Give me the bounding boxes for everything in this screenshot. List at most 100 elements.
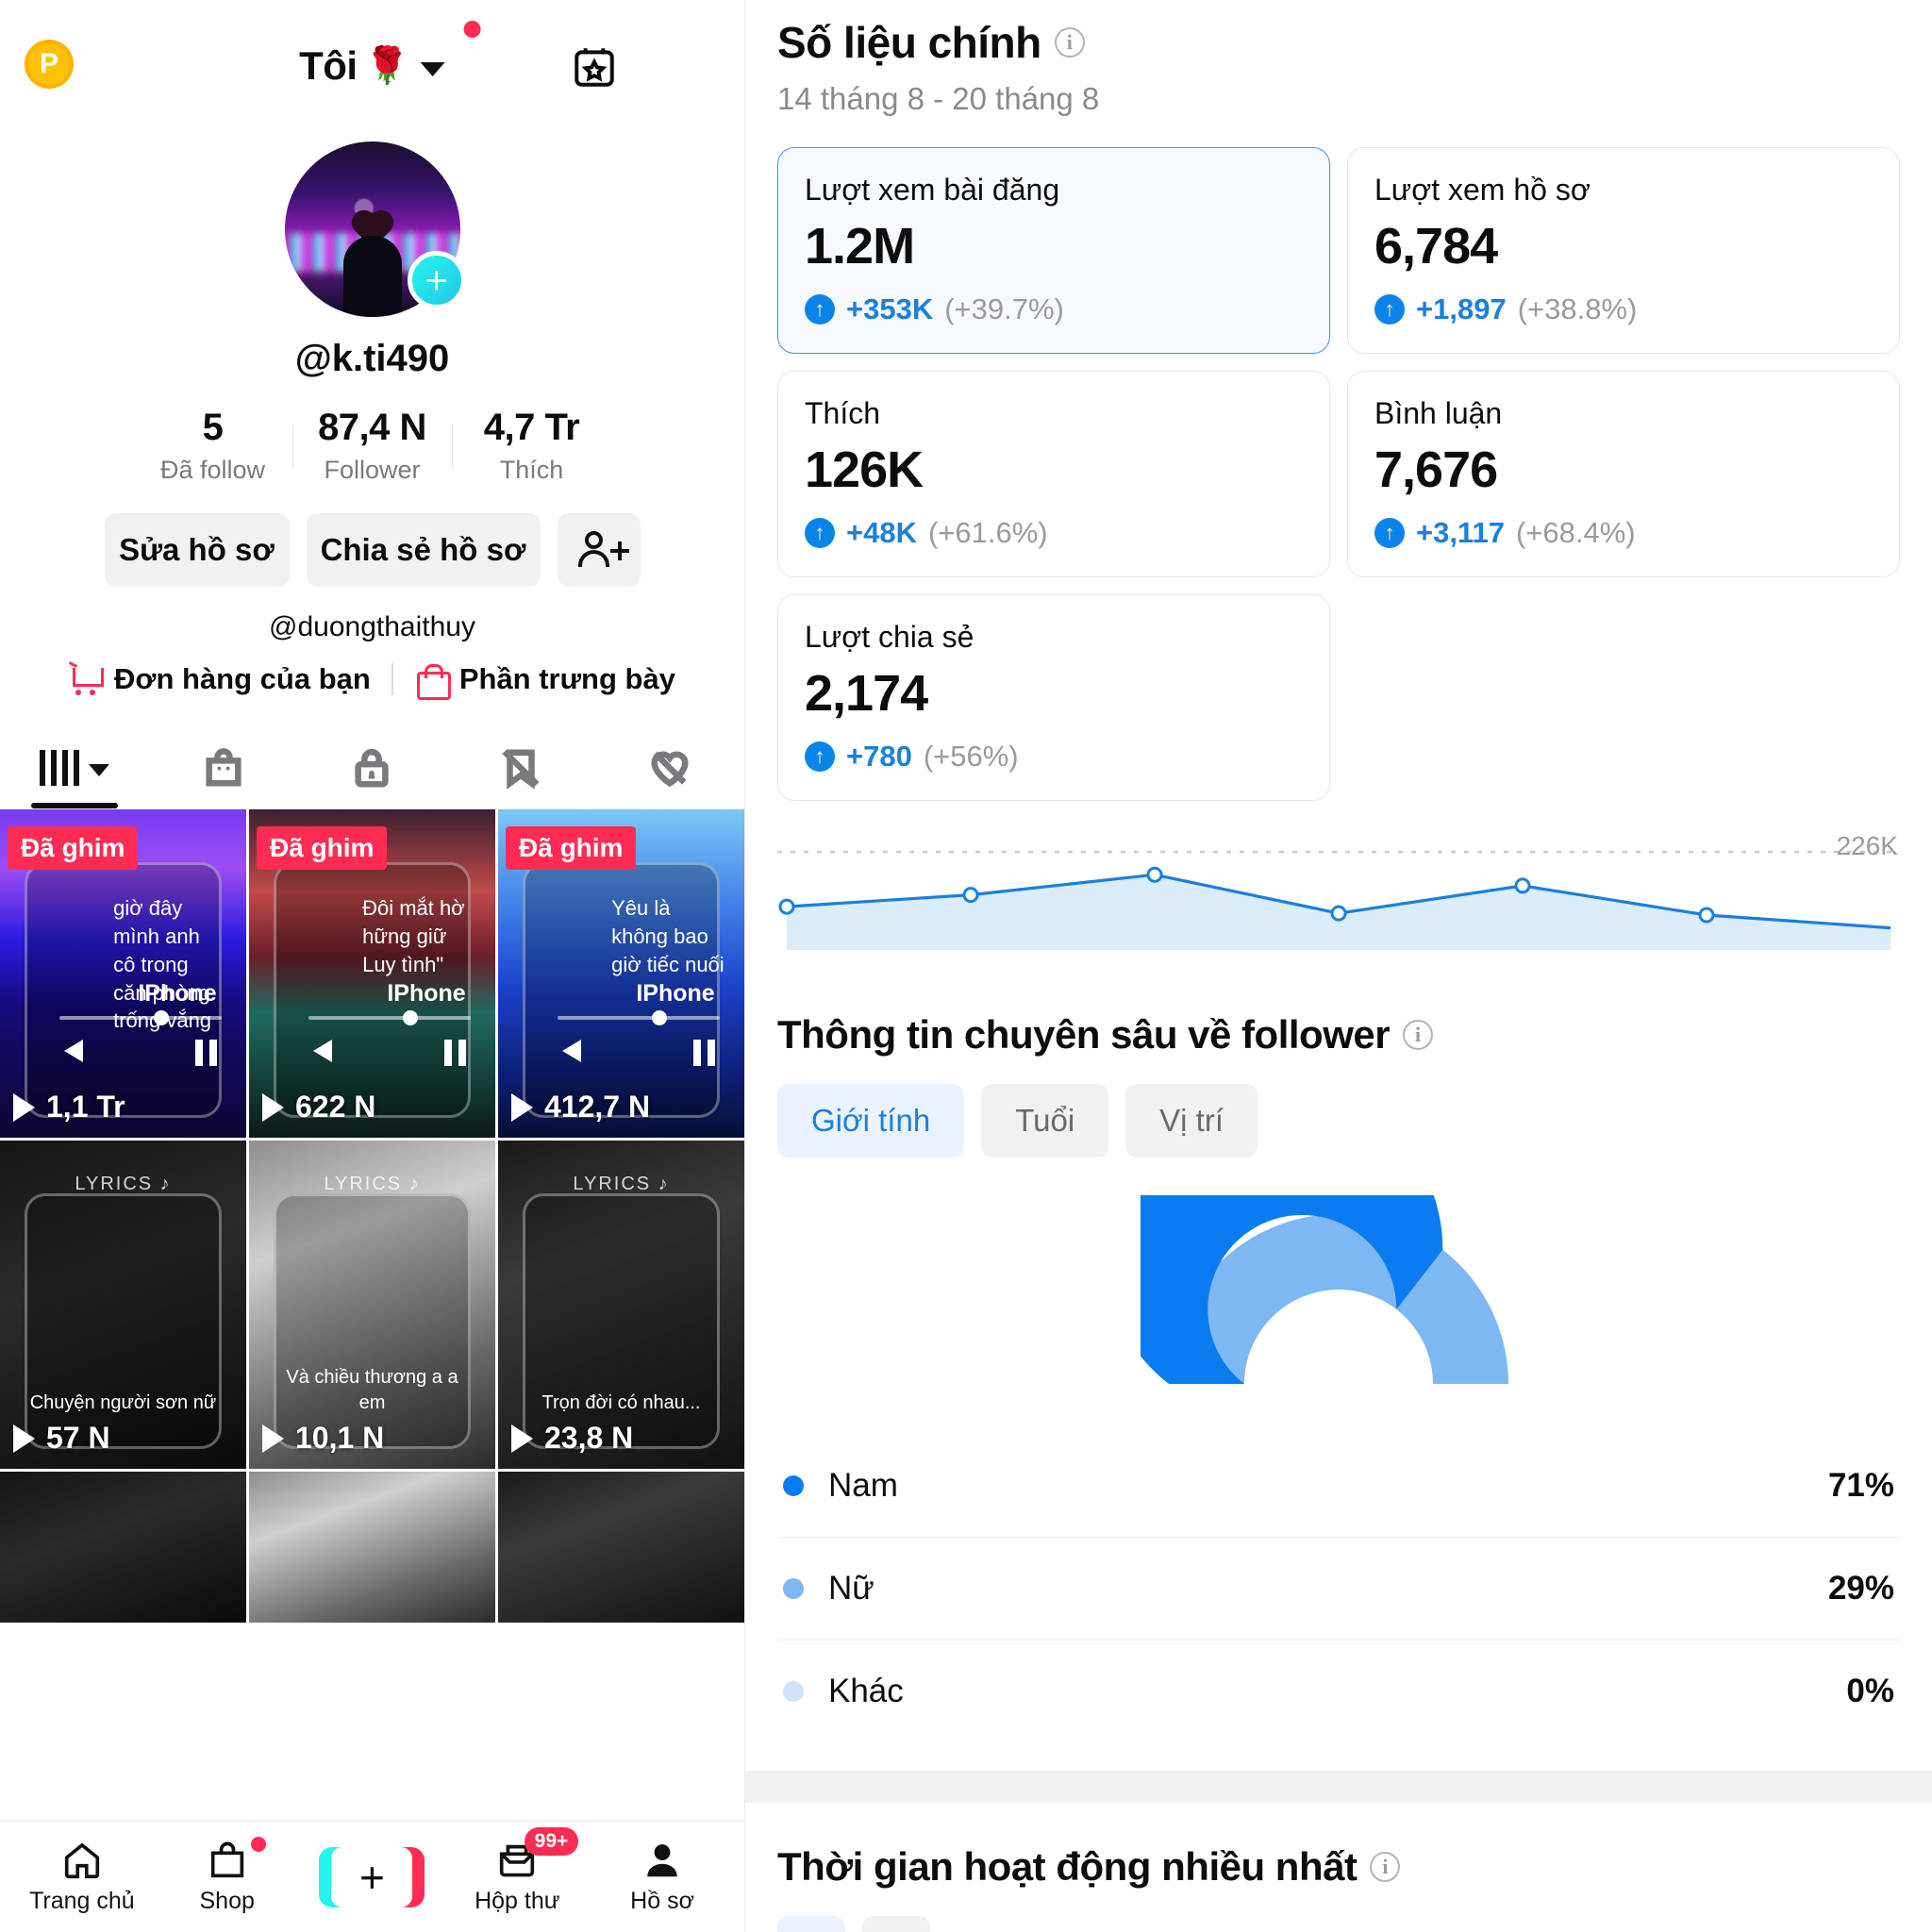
showcase-label: Phần trưng bày: [458, 662, 675, 695]
profile-actions: Sửa hồ sơ Chia sẻ hồ sơ: [0, 513, 744, 587]
profile-bio: @duongthaithuy: [269, 611, 475, 642]
info-icon[interactable]: i: [1054, 27, 1085, 58]
nav-profile[interactable]: Hồ sơ: [591, 1839, 733, 1915]
metric-cards: Lượt xem bài đăng 1.2M ↑ +353K (+39.7%) …: [777, 147, 1900, 801]
tab-saved[interactable]: [446, 726, 595, 808]
sparkline-point: [1146, 866, 1163, 883]
nav-profile-label: Hồ sơ: [630, 1888, 694, 1914]
sparkline-point: [962, 887, 979, 904]
add-story-plus-icon[interactable]: +: [407, 251, 466, 309]
tab-posts[interactable]: [0, 726, 149, 808]
nav-inbox[interactable]: 99+ Hộp thư: [446, 1827, 588, 1915]
legend-value-male: 71%: [1827, 1467, 1894, 1504]
play-icon: [262, 1424, 284, 1453]
sparkline-point: [778, 898, 795, 915]
arrow-up-icon: ↑: [805, 294, 835, 325]
metric-delta-value: +48K: [846, 516, 917, 549]
menu-hamburger-icon[interactable]: [665, 42, 708, 92]
video-controls: [63, 1039, 217, 1066]
video-thumbnail[interactable]: Đã ghim IPhone Đôi mắt hờ hững giữ Luy t…: [249, 809, 495, 1138]
video-thumbnail[interactable]: [249, 1472, 495, 1623]
video-thumbnail[interactable]: LYRICS ♪ Chuyện người sơn nữ 57 N: [0, 1141, 246, 1469]
video-thumbnail[interactable]: [0, 1472, 246, 1623]
info-icon[interactable]: i: [1370, 1852, 1401, 1882]
video-controls: [312, 1039, 466, 1066]
topbar-actions: [569, 42, 708, 92]
stat-followers-label: Follower: [324, 456, 421, 484]
legend-row-male: Nam 71%: [777, 1435, 1900, 1538]
activity-chip-1[interactable]: [777, 1916, 845, 1932]
metric-card-shares[interactable]: Lượt chia sẻ 2,174 ↑ +780 (+56%): [777, 594, 1330, 801]
share-profile-button[interactable]: Chia sẻ hồ sơ: [306, 513, 541, 587]
profile-icon: [647, 1844, 677, 1877]
tab-liked[interactable]: [595, 726, 744, 808]
section-gap-divider: [745, 1771, 1932, 1803]
edit-profile-button[interactable]: Sửa hồ sơ: [104, 513, 290, 587]
metric-value: 126K: [805, 441, 924, 498]
stat-likes[interactable]: 4,7 Tr Thích: [453, 407, 611, 485]
shopping-bag-icon: [414, 663, 451, 700]
video-thumbnail[interactable]: Đã ghim IPhone giờ đây mình anh cô trong…: [0, 809, 246, 1138]
metric-card-profile-views[interactable]: Lượt xem hồ sơ 6,784 ↑ +1,897 (+38.8%): [1347, 147, 1900, 354]
video-overlay-text: Trọn đời có nhau...: [541, 1392, 701, 1414]
tab-private[interactable]: [298, 726, 447, 808]
showcase-link[interactable]: Phần trưng bày: [414, 662, 675, 700]
video-thumbnail[interactable]: Đã ghim IPhone Yêu là không bao giờ tiếc…: [498, 809, 744, 1138]
follower-insights-header: Thông tin chuyên sâu về follower i: [777, 1012, 1900, 1058]
nav-shop-dot-badge: [250, 1837, 266, 1852]
cart-icon: [69, 663, 105, 695]
info-icon[interactable]: i: [1403, 1020, 1434, 1050]
chevron-down-icon: [88, 764, 109, 776]
metric-delta-percent: (+38.8%): [1517, 292, 1638, 325]
nav-create[interactable]: +: [301, 1846, 442, 1907]
chip-age[interactable]: Tuổi: [981, 1084, 1109, 1158]
your-orders-link[interactable]: Đơn hàng của bạn: [69, 662, 371, 696]
activity-header: Thời gian hoạt động nhiều nhất i: [777, 1844, 1900, 1890]
metric-card-post-views[interactable]: Lượt xem bài đăng 1.2M ↑ +353K (+39.7%): [777, 147, 1330, 354]
chip-location[interactable]: Vị trí: [1125, 1084, 1258, 1158]
profile-topbar: P Tôi 🌹: [0, 0, 744, 132]
video-view-count: 1,1 Tr: [13, 1090, 125, 1124]
tiktok-profile-panel: P Tôi 🌹 + @k.ti490 5 Đã follow 87,4 N Fo…: [0, 0, 745, 1932]
activity-chip-2[interactable]: [862, 1916, 930, 1932]
nav-home-label: Trang chủ: [29, 1888, 135, 1914]
video-overlay-text: Và chiều thương a a em: [286, 1367, 458, 1414]
metric-delta-value: +3,117: [1416, 516, 1505, 549]
tab-active-underline: [30, 803, 118, 808]
create-plus-icon[interactable]: +: [319, 1846, 425, 1907]
video-controls: [561, 1039, 715, 1066]
metric-card-likes[interactable]: Thích 126K ↑ +48K (+61.6%): [777, 371, 1330, 577]
stat-followers[interactable]: 87,4 N Follower: [293, 407, 452, 485]
sparkline-max-label: 226K: [1836, 831, 1898, 860]
video-thumbnail[interactable]: [498, 1472, 744, 1623]
coin-rewards-badge[interactable]: P: [25, 40, 74, 89]
pinned-badge: Đã ghim: [506, 826, 637, 870]
metric-label: Bình luận: [1374, 396, 1503, 430]
profile-handle: @k.ti490: [294, 338, 450, 379]
legend-row-other: Khác 0%: [777, 1641, 1900, 1742]
stat-following[interactable]: 5 Đã follow: [134, 407, 292, 485]
metric-delta-value: +780: [846, 740, 912, 773]
video-overlay-text: giờ đây mình anh cô trong căn phòng trốn…: [113, 896, 212, 1033]
add-friends-button[interactable]: [557, 513, 641, 587]
avatar[interactable]: +: [284, 142, 466, 317]
tab-shop[interactable]: [149, 726, 298, 808]
legend-dot-male: [783, 1475, 804, 1496]
video-thumbnail[interactable]: LYRICS ♪ Trọn đời có nhau... 23,8 N: [498, 1141, 744, 1469]
chip-gender[interactable]: Giới tính: [777, 1084, 965, 1158]
key-metrics-header: Số liệu chính i: [777, 17, 1900, 68]
nav-home[interactable]: Trang chủ: [11, 1839, 153, 1915]
stat-following-value: 5: [202, 407, 224, 448]
gender-semi-donut-svg: [1141, 1195, 1508, 1384]
legend-dot-other: [783, 1681, 804, 1702]
profile-account-switcher[interactable]: Tôi 🌹: [299, 21, 481, 89]
arrow-up-icon: ↑: [1374, 294, 1405, 325]
activity-sheet: Thời gian hoạt động nhiều nhất i: [745, 1803, 1932, 1932]
metric-delta-value: +1,897: [1416, 292, 1507, 325]
calendar-star-icon[interactable]: [569, 42, 620, 92]
nav-shop[interactable]: Shop: [157, 1837, 298, 1915]
video-thumbnail[interactable]: LYRICS ♪ Và chiều thương a a em 10,1 N: [249, 1141, 495, 1469]
metric-card-comments[interactable]: Bình luận 7,676 ↑ +3,117 (+68.4%): [1347, 371, 1900, 577]
metric-label: Thích: [805, 396, 881, 430]
video-view-count: 412,7 N: [511, 1090, 650, 1124]
